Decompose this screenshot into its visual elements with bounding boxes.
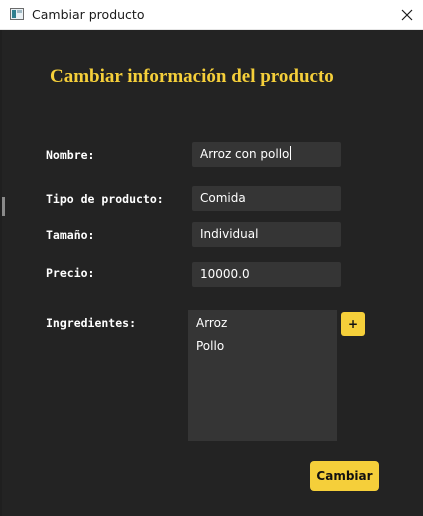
precio-field[interactable]: 10000.0 [192, 262, 341, 287]
tipo-producto-label: Tipo de producto: [46, 192, 164, 206]
add-ingrediente-button[interactable]: + [341, 312, 365, 336]
close-button[interactable] [391, 0, 423, 29]
tamano-label: Tamaño: [46, 228, 95, 242]
edge-marker [2, 197, 5, 216]
cambiar-button[interactable]: Cambiar [310, 461, 379, 491]
list-item[interactable]: Pollo [188, 337, 337, 360]
window-title: Cambiar producto [32, 7, 145, 22]
text-caret [290, 146, 292, 160]
list-item[interactable]: Arroz [188, 314, 337, 337]
ingredientes-label: Ingredientes: [46, 316, 137, 330]
ingredientes-list[interactable]: Arroz Pollo [188, 310, 337, 441]
nombre-value: Arroz con pollo [200, 147, 290, 161]
close-icon [401, 9, 413, 20]
precio-label: Precio: [46, 266, 95, 280]
nombre-field[interactable]: Arroz con pollo [192, 142, 341, 167]
tipo-producto-field[interactable]: Comida [192, 186, 341, 211]
window-titlebar: Cambiar producto [0, 0, 423, 30]
page-title: Cambiar información del producto [50, 66, 334, 87]
app-window-icon [10, 8, 24, 20]
tamano-field[interactable]: Individual [192, 222, 341, 247]
nombre-label: Nombre: [46, 148, 95, 162]
